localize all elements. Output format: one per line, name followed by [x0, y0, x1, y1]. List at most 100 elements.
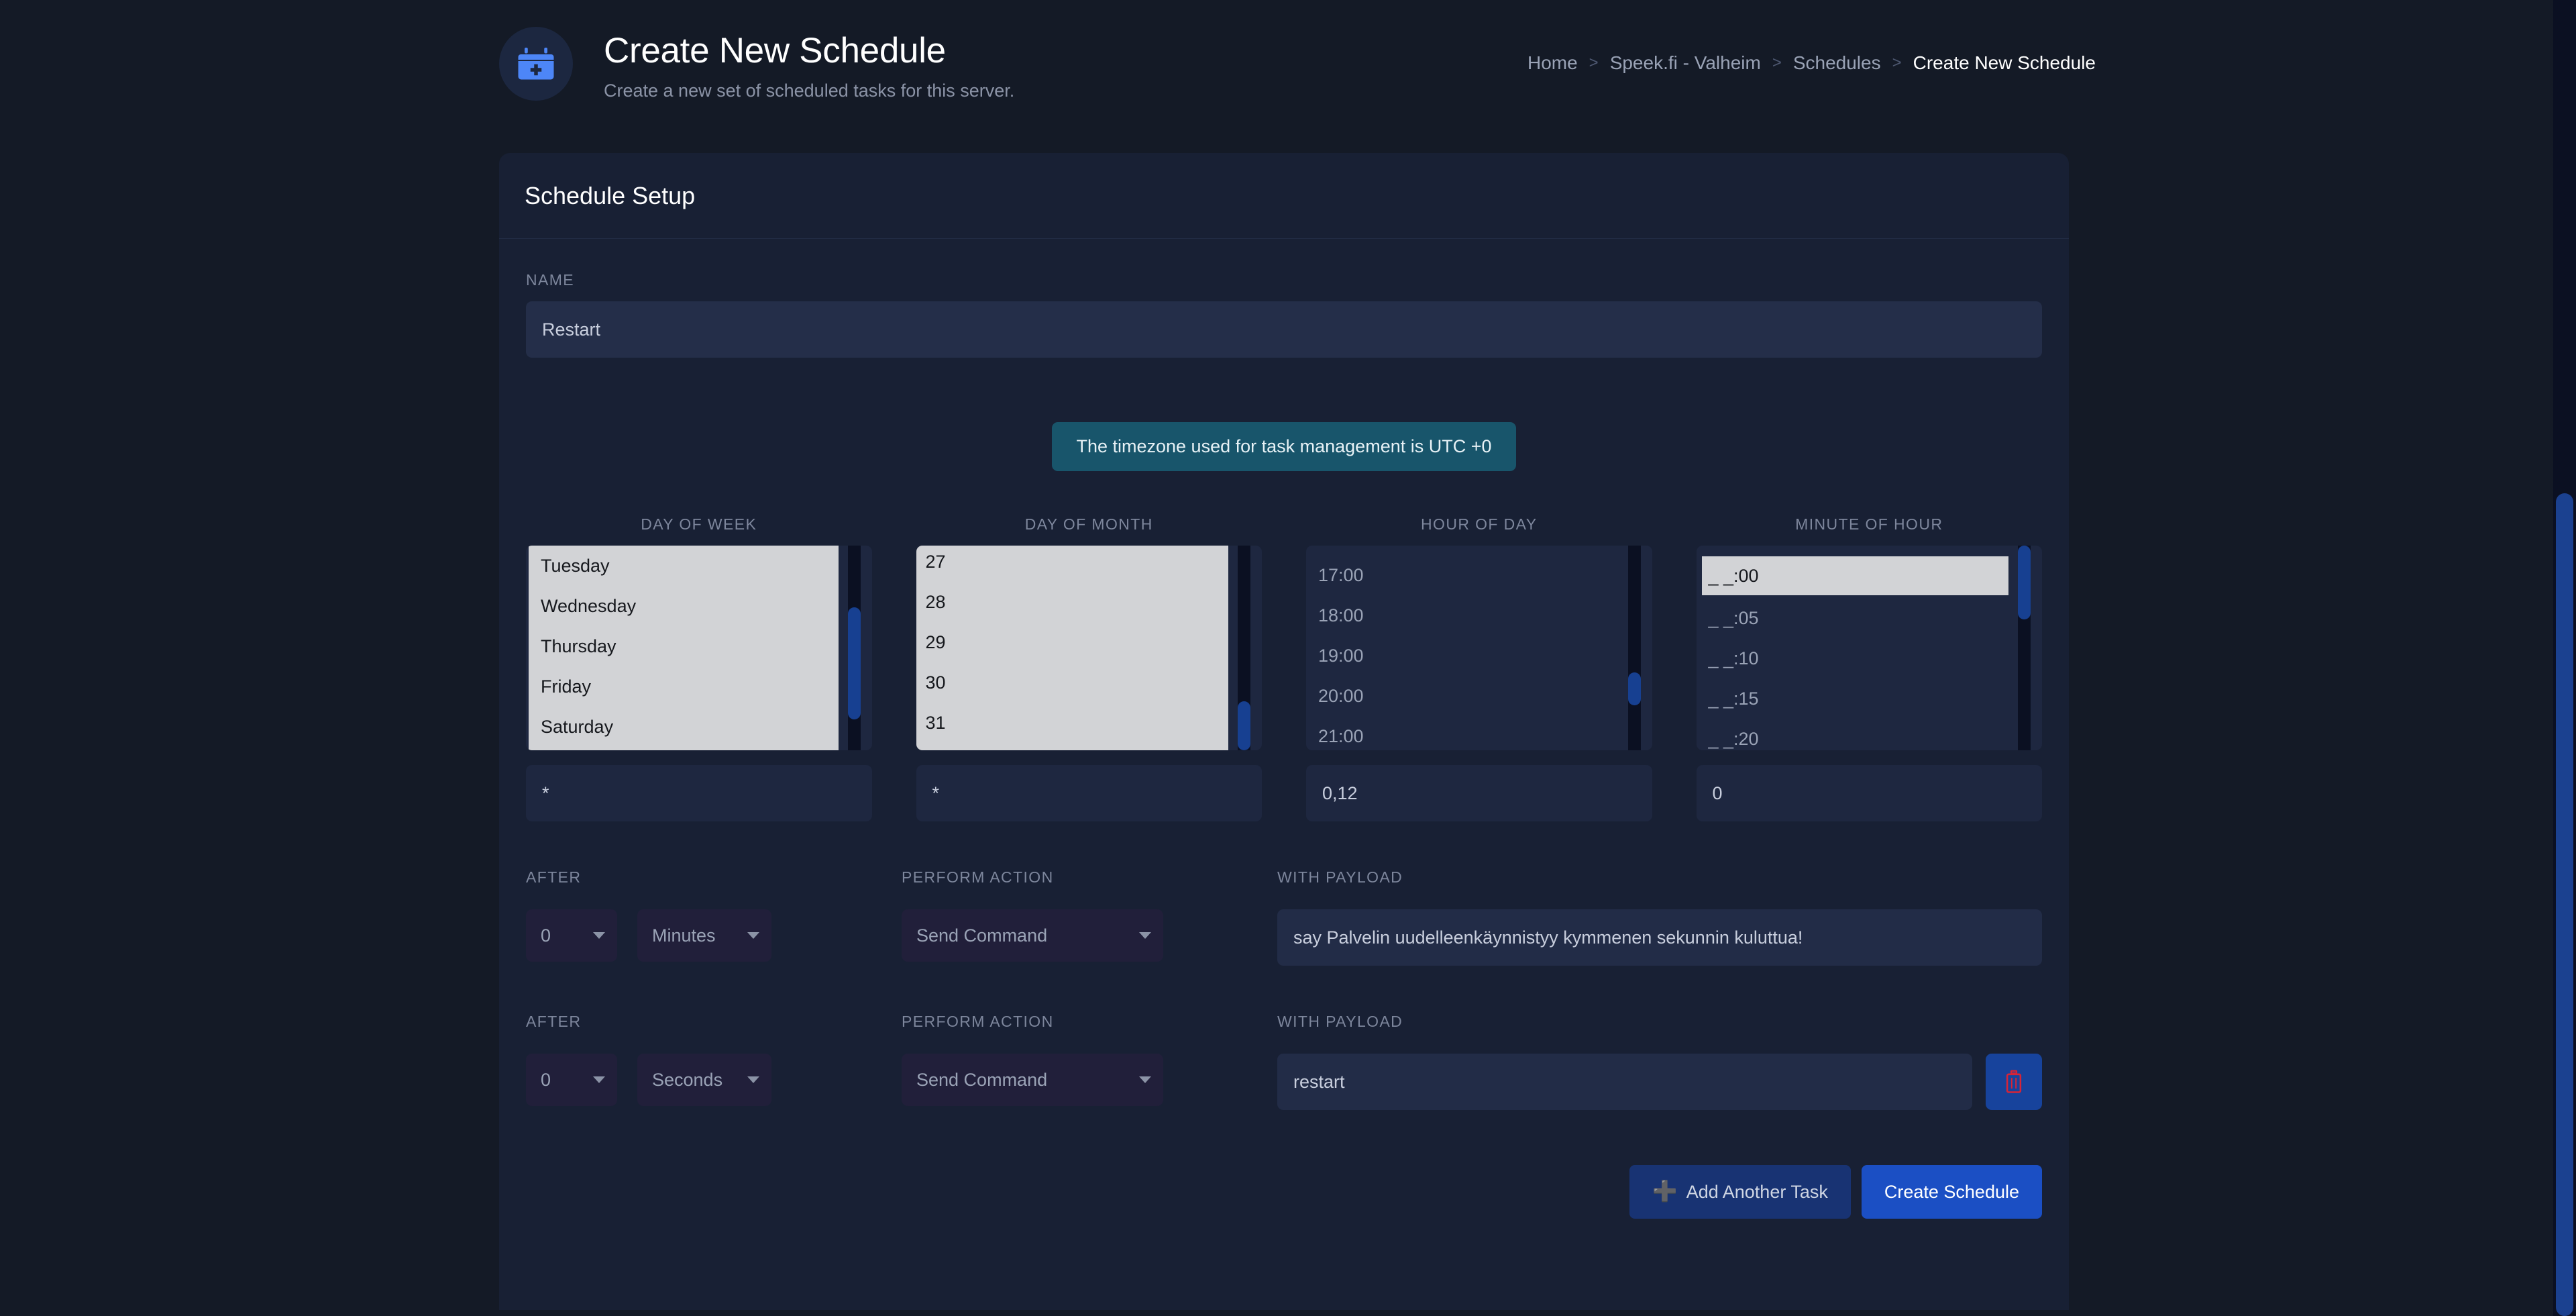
calendar-plus-icon [499, 27, 573, 101]
list-item[interactable]: Saturday [529, 707, 839, 747]
list-item[interactable]: Tuesday [529, 546, 839, 586]
perform-action-select[interactable]: Send Command [902, 1054, 1163, 1106]
day-of-month-listbox[interactable]: 27 28 29 30 31 [916, 546, 1262, 750]
task-labels: AFTER PERFORM ACTION WITH PAYLOAD [526, 868, 2042, 899]
with-payload-label: WITH PAYLOAD [1277, 868, 1403, 886]
list-item[interactable]: 29 [916, 622, 1229, 662]
list-item[interactable]: _ _:15 [1697, 678, 2015, 719]
scrollbar-thumb[interactable] [2018, 546, 2031, 619]
day-of-week-scrollbar[interactable] [847, 546, 861, 750]
after-label: AFTER [526, 868, 582, 886]
breadcrumb: Home > Speek.fi - Valheim > Schedules > … [1527, 52, 2096, 74]
trash-icon [2006, 1070, 2022, 1093]
chevron-down-icon [1139, 1076, 1151, 1083]
timezone-banner: The timezone used for task management is… [1052, 422, 1516, 471]
day-of-month-input-row [916, 765, 1262, 821]
breadcrumb-item-home[interactable]: Home [1527, 52, 1578, 74]
perform-action-label: PERFORM ACTION [902, 868, 1054, 886]
list-item[interactable]: 28 [916, 582, 1229, 622]
day-of-week-listbox[interactable]: Tuesday Wednesday Thursday Friday Saturd… [526, 546, 872, 750]
add-another-task-label: Add Another Task [1686, 1181, 1828, 1202]
list-item[interactable]: 30 [916, 662, 1229, 703]
header-text-block: Create New Schedule Create a new set of … [604, 31, 1014, 101]
cron-col-hour-of-day: HOUR OF DAY 17:00 18:00 19:00 20:00 21:0… [1306, 515, 1652, 821]
card-header: Schedule Setup [499, 153, 2069, 239]
cron-col-day-of-month: DAY OF MONTH 27 28 29 30 31 [916, 515, 1262, 821]
list-item[interactable]: 17:00 [1306, 555, 1624, 595]
page-scrollbar[interactable] [2553, 0, 2576, 1316]
list-item[interactable]: Wednesday [529, 586, 839, 626]
task-row: AFTER PERFORM ACTION WITH PAYLOAD 0 Seco… [526, 1013, 2042, 1110]
chevron-down-icon [747, 932, 759, 939]
after-amount-select[interactable]: 0 [526, 1054, 617, 1106]
chevron-down-icon [593, 1076, 605, 1083]
after-amount-value: 0 [541, 925, 551, 946]
list-item[interactable]: 20:00 [1306, 676, 1624, 716]
hour-of-day-input[interactable] [1306, 765, 1652, 821]
after-unit-select[interactable]: Minutes [637, 909, 771, 962]
list-item[interactable]: _ _:05 [1697, 598, 2015, 638]
list-item[interactable]: Thursday [529, 626, 839, 666]
day-of-week-option-surface[interactable]: Tuesday Wednesday Thursday Friday Saturd… [529, 546, 839, 750]
chevron-down-icon [593, 932, 605, 939]
day-of-month-option-surface[interactable]: 27 28 29 30 31 [916, 546, 1229, 750]
breadcrumb-separator: > [1892, 54, 1902, 72]
after-unit-select[interactable]: Seconds [637, 1054, 771, 1106]
minute-of-hour-option-surface[interactable]: _ _:00 _ _:05 _ _:10 _ _:15 _ _:20 [1697, 546, 2015, 750]
add-another-task-button[interactable]: ➕ Add Another Task [1629, 1165, 1851, 1219]
page-title: Create New Schedule [604, 31, 946, 70]
list-item[interactable]: _ _:20 [1697, 719, 2015, 750]
perform-action-select[interactable]: Send Command [902, 909, 1163, 962]
list-item[interactable]: 27 [916, 546, 1229, 582]
breadcrumb-separator: > [1589, 54, 1599, 72]
hour-of-day-listbox[interactable]: 17:00 18:00 19:00 20:00 21:00 [1306, 546, 1652, 750]
after-amount-select[interactable]: 0 [526, 909, 617, 962]
day-of-week-input-row [526, 765, 872, 821]
name-field-group: NAME [526, 271, 2042, 358]
name-label: NAME [526, 271, 575, 289]
name-input[interactable] [526, 301, 2042, 358]
minute-of-hour-listbox[interactable]: _ _:00 _ _:05 _ _:10 _ _:15 _ _:20 [1696, 546, 2042, 750]
page-scrollbar-thumb[interactable] [2556, 493, 2573, 1316]
delete-task-button[interactable] [1986, 1054, 2042, 1110]
after-label: AFTER [526, 1013, 582, 1030]
hour-of-day-scrollbar[interactable] [1627, 546, 1641, 750]
scrollbar-thumb[interactable] [1238, 701, 1250, 750]
perform-action-value: Send Command [916, 1069, 1048, 1090]
minute-of-hour-scrollbar[interactable] [2018, 546, 2031, 750]
schedule-setup-card: Schedule Setup NAME The timezone used fo… [499, 153, 2069, 1310]
breadcrumb-item-server[interactable]: Speek.fi - Valheim [1610, 52, 1761, 74]
after-group: 0 Seconds [526, 1054, 902, 1110]
list-item[interactable]: Friday [529, 666, 839, 707]
day-of-month-scrollbar[interactable] [1238, 546, 1250, 750]
minute-of-hour-input[interactable] [1696, 765, 2042, 821]
timezone-banner-row: The timezone used for task management is… [526, 422, 2042, 471]
cron-col-minute-of-hour: MINUTE OF HOUR _ _:00 _ _:05 _ _:10 _ _:… [1696, 515, 2042, 821]
with-payload-label: WITH PAYLOAD [1277, 1013, 1403, 1030]
breadcrumb-separator: > [1772, 54, 1782, 72]
breadcrumb-item-schedules[interactable]: Schedules [1793, 52, 1881, 74]
scrollbar-thumb[interactable] [1627, 672, 1641, 705]
list-item-selected[interactable]: _ _:00 [1701, 556, 2008, 595]
payload-input[interactable] [1277, 1054, 1972, 1110]
plus-icon: ➕ [1652, 1180, 1678, 1203]
create-schedule-button[interactable]: Create Schedule [1861, 1165, 2042, 1219]
after-amount-value: 0 [541, 1069, 551, 1090]
list-item[interactable]: 19:00 [1306, 636, 1624, 676]
day-of-week-input[interactable] [526, 765, 872, 821]
day-of-month-input[interactable] [916, 765, 1262, 821]
list-item[interactable]: 31 [916, 703, 1229, 743]
task-controls: 0 Minutes Send Command [526, 909, 2042, 966]
list-item[interactable]: 21:00 [1306, 716, 1624, 750]
list-item[interactable]: 18:00 [1306, 595, 1624, 636]
cron-col-day-of-week: DAY OF WEEK Tuesday Wednesday Thursday F… [526, 515, 872, 821]
perform-action-group: Send Command [902, 1054, 1277, 1110]
list-item[interactable]: _ _:10 [1697, 638, 2015, 678]
scrollbar-thumb[interactable] [847, 607, 861, 720]
page-subtitle: Create a new set of scheduled tasks for … [604, 80, 1015, 101]
create-schedule-label: Create Schedule [1884, 1181, 2019, 1202]
chevron-down-icon [747, 1076, 759, 1083]
hour-of-day-option-surface[interactable]: 17:00 18:00 19:00 20:00 21:00 [1306, 546, 1624, 750]
payload-input[interactable] [1277, 909, 2042, 966]
perform-action-label: PERFORM ACTION [902, 1013, 1054, 1030]
